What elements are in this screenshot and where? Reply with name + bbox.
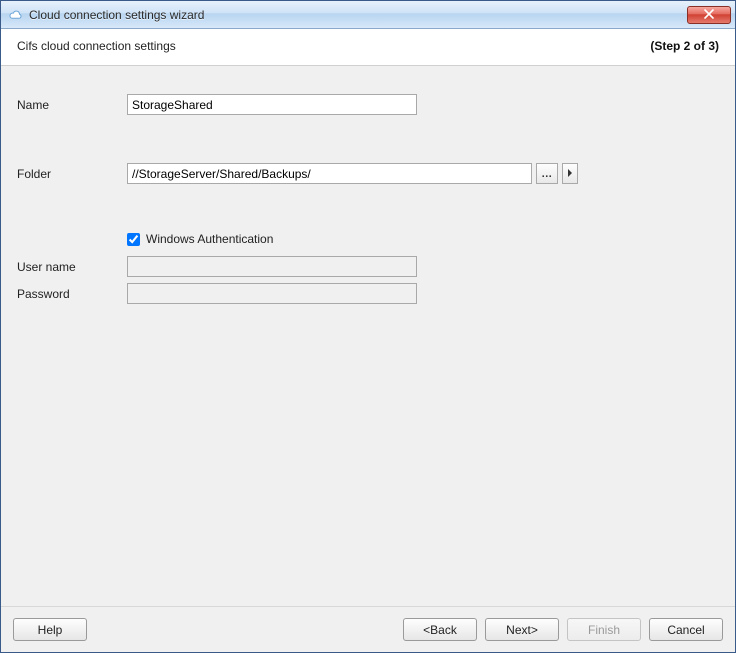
wizard-header: Cifs cloud connection settings (Step 2 o… [1, 29, 735, 66]
cancel-button[interactable]: Cancel [649, 618, 723, 641]
wizard-window: Cloud connection settings wizard Cifs cl… [0, 0, 736, 653]
chevron-right-icon [567, 168, 573, 180]
help-button[interactable]: Help [13, 618, 87, 641]
titlebar: Cloud connection settings wizard [1, 1, 735, 29]
name-input[interactable] [127, 94, 417, 115]
folder-field-group: … [127, 163, 578, 184]
wizard-body: Name Folder … Windows Authentication [1, 66, 735, 606]
windows-auth-label[interactable]: Windows Authentication [146, 232, 273, 246]
password-label: Password [17, 287, 127, 301]
page-subtitle: Cifs cloud connection settings [17, 39, 176, 53]
cloud-icon [7, 7, 23, 23]
username-input[interactable] [127, 256, 417, 277]
username-label: User name [17, 260, 127, 274]
folder-label: Folder [17, 167, 127, 181]
browse-button[interactable]: … [536, 163, 558, 184]
back-button[interactable]: <Back [403, 618, 477, 641]
step-indicator: (Step 2 of 3) [650, 39, 719, 53]
password-input[interactable] [127, 283, 417, 304]
next-button[interactable]: Next> [485, 618, 559, 641]
folder-input[interactable] [127, 163, 532, 184]
close-button[interactable] [687, 6, 731, 24]
window-title: Cloud connection settings wizard [29, 8, 687, 22]
folder-menu-button[interactable] [562, 163, 578, 184]
name-label: Name [17, 98, 127, 112]
wizard-footer: Help <Back Next> Finish Cancel [1, 606, 735, 652]
windows-auth-checkbox[interactable] [127, 233, 140, 246]
ellipsis-icon: … [541, 168, 553, 180]
finish-button[interactable]: Finish [567, 618, 641, 641]
close-icon [704, 8, 714, 22]
